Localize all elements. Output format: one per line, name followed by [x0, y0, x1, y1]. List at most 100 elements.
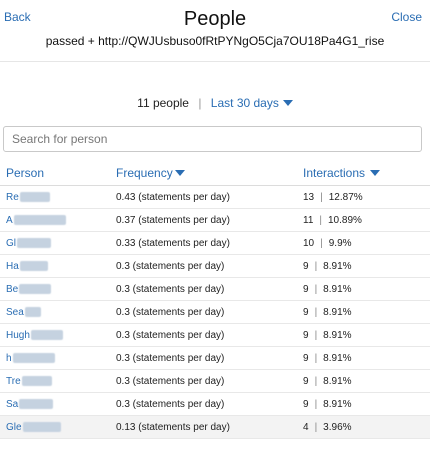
interactions-cell: 9 | 8.91%	[303, 376, 352, 387]
person-link[interactable]: Hugh	[6, 330, 30, 341]
person-cell: A	[6, 215, 66, 226]
redacted-name	[19, 399, 54, 410]
interactions-cell: 11 | 10.89%	[303, 215, 362, 226]
interactions-separator: |	[314, 376, 318, 387]
person-cell: Sea	[6, 307, 41, 318]
header-divider	[0, 61, 430, 62]
table-body: Re 0.43 (statements per day) 13 | 12.87% A 0.3…	[0, 186, 430, 439]
person-cell: Ha	[6, 261, 48, 272]
table-row[interactable]: h 0.3 (statements per day) 9 | 8.91%	[0, 347, 430, 370]
interactions-count: 11	[303, 215, 314, 226]
sort-caret-icon	[174, 169, 185, 176]
interactions-cell: 9 | 8.91%	[303, 353, 352, 364]
person-link[interactable]: Sea	[6, 307, 24, 318]
frequency-cell: 0.3 (statements per day)	[116, 284, 225, 295]
person-link[interactable]: Gl	[6, 238, 16, 249]
interactions-count: 9	[303, 261, 309, 272]
person-link[interactable]: Sa	[6, 399, 18, 410]
interactions-cell: 9 | 8.91%	[303, 284, 352, 295]
redacted-name	[30, 330, 63, 341]
frequency-cell: 0.33 (statements per day)	[116, 238, 230, 249]
person-cell: Gl	[6, 238, 51, 249]
interactions-cell: 9 | 8.91%	[303, 307, 352, 318]
table-row[interactable]: Tre 0.3 (statements per day) 9 | 8.91%	[0, 370, 430, 393]
frequency-cell: 0.37 (statements per day)	[116, 215, 230, 226]
table-row[interactable]: Be 0.3 (statements per day) 9 | 8.91%	[0, 278, 430, 301]
person-link[interactable]: Gle	[6, 422, 22, 433]
table-row[interactable]: Re 0.43 (statements per day) 13 | 12.87%	[0, 186, 430, 209]
redacted-name	[19, 192, 50, 203]
interactions-percent: 8.91%	[323, 399, 352, 410]
date-range-dropdown[interactable]: Last 30 days	[211, 96, 293, 110]
sort-caret-icon	[370, 169, 381, 176]
interactions-cell: 4 | 3.96%	[303, 422, 352, 433]
interactions-count: 4	[303, 422, 309, 433]
redacted-name	[13, 215, 66, 226]
interactions-count: 9	[303, 284, 309, 295]
person-cell: Hugh	[6, 330, 63, 341]
interactions-percent: 8.91%	[323, 261, 352, 272]
table-row[interactable]: Gl 0.33 (statements per day) 10 | 9.9%	[0, 232, 430, 255]
redacted-name	[22, 422, 61, 433]
interactions-count: 10	[303, 238, 315, 249]
interactions-percent: 12.87%	[328, 192, 363, 203]
frequency-cell: 0.3 (statements per day)	[116, 307, 225, 318]
table-row[interactable]: Sa 0.3 (statements per day) 9 | 8.91%	[0, 393, 430, 416]
page-title: People	[183, 8, 247, 30]
table-row[interactable]: Gle 0.13 (statements per day) 4 | 3.96%	[0, 416, 430, 439]
interactions-count: 9	[303, 330, 309, 341]
person-link[interactable]: Re	[6, 192, 19, 203]
search-input[interactable]	[3, 126, 422, 152]
column-frequency-label: Frequency	[116, 166, 173, 180]
column-interactions[interactable]: Interactions	[303, 166, 381, 180]
interactions-percent: 10.89%	[328, 215, 362, 226]
interactions-separator: |	[314, 284, 318, 295]
table-row[interactable]: Ha 0.3 (statements per day) 9 | 8.91%	[0, 255, 430, 278]
interactions-separator: |	[314, 307, 318, 318]
interactions-separator: |	[319, 215, 322, 226]
interactions-cell: 9 | 8.91%	[303, 399, 352, 410]
interactions-separator: |	[320, 238, 323, 249]
person-cell: Gle	[6, 422, 61, 433]
table-row[interactable]: Hugh 0.3 (statements per day) 9 | 8.91%	[0, 324, 430, 347]
redacted-name	[12, 353, 55, 364]
interactions-separator: |	[314, 399, 318, 410]
interactions-count: 9	[303, 399, 309, 410]
people-count: 11 people	[137, 96, 189, 110]
close-button[interactable]: Close	[391, 10, 422, 24]
interactions-separator: |	[314, 422, 318, 433]
person-cell: Tre	[6, 376, 52, 387]
frequency-cell: 0.3 (statements per day)	[116, 376, 225, 387]
interactions-cell: 9 | 8.91%	[303, 330, 352, 341]
frequency-cell: 0.3 (statements per day)	[116, 353, 225, 364]
interactions-separator: |	[314, 353, 318, 364]
interactions-separator: |	[314, 330, 318, 341]
top-bar: Back People passed + http://QWJUsbuso0fR…	[0, 0, 430, 66]
table-row[interactable]: Sea 0.3 (statements per day) 9 | 8.91%	[0, 301, 430, 324]
column-frequency[interactable]: Frequency	[116, 166, 185, 180]
person-cell: Re	[6, 192, 50, 203]
redacted-name	[24, 307, 41, 318]
person-link[interactable]: A	[6, 215, 13, 226]
person-link[interactable]: Be	[6, 284, 18, 295]
frequency-cell: 0.3 (statements per day)	[116, 399, 225, 410]
redacted-name	[19, 261, 48, 272]
interactions-cell: 9 | 8.91%	[303, 261, 352, 272]
interactions-percent: 8.91%	[323, 353, 352, 364]
person-link[interactable]: h	[6, 353, 12, 364]
interactions-count: 9	[303, 353, 309, 364]
interactions-separator: |	[314, 261, 318, 272]
interactions-percent: 8.91%	[323, 284, 352, 295]
table-row[interactable]: A 0.37 (statements per day) 11 | 10.89%	[0, 209, 430, 232]
column-person[interactable]: Person	[6, 166, 44, 180]
interactions-percent: 8.91%	[323, 307, 352, 318]
interactions-separator: |	[320, 192, 323, 203]
column-interactions-label: Interactions	[303, 166, 366, 180]
frequency-cell: 0.13 (statements per day)	[116, 422, 230, 433]
person-link[interactable]: Ha	[6, 261, 19, 272]
interactions-percent: 9.9%	[328, 238, 352, 249]
redacted-name	[21, 376, 52, 387]
interactions-percent: 3.96%	[323, 422, 352, 433]
person-link[interactable]: Tre	[6, 376, 21, 387]
frequency-cell: 0.43 (statements per day)	[116, 192, 230, 203]
